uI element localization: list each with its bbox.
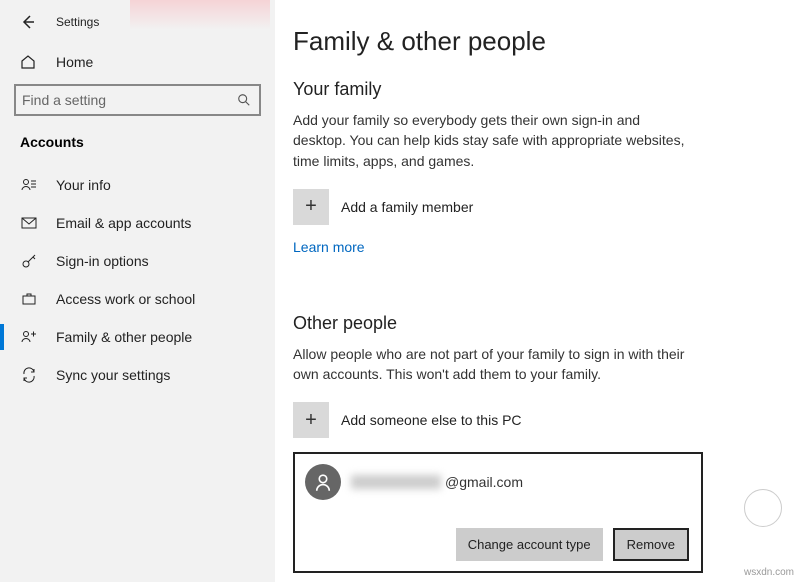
family-desc: Add your family so everybody gets their … xyxy=(293,110,693,171)
family-heading: Your family xyxy=(293,79,766,100)
watermark: wsxdn.com xyxy=(744,567,794,578)
home-icon xyxy=(20,54,38,70)
home-nav[interactable]: Home xyxy=(0,44,275,80)
back-button[interactable] xyxy=(18,12,38,32)
window-title: Settings xyxy=(56,15,99,29)
sidebar-item-signin[interactable]: Sign-in options xyxy=(0,242,275,280)
section-label: Accounts xyxy=(0,134,275,150)
sidebar-item-label: Sync your settings xyxy=(56,367,170,383)
key-icon xyxy=(20,252,38,270)
learn-more-link[interactable]: Learn more xyxy=(293,239,365,255)
search-box[interactable] xyxy=(14,84,261,116)
sidebar-item-label: Family & other people xyxy=(56,329,192,345)
other-heading: Other people xyxy=(293,313,766,334)
add-other-user[interactable]: + Add someone else to this PC xyxy=(293,402,766,438)
search-icon xyxy=(237,93,251,107)
briefcase-icon xyxy=(20,290,38,308)
add-family-label: Add a family member xyxy=(341,199,473,215)
sidebar-item-email[interactable]: Email & app accounts xyxy=(0,204,275,242)
user-info-icon xyxy=(20,176,38,194)
sidebar-item-work[interactable]: Access work or school xyxy=(0,280,275,318)
change-account-type-button[interactable]: Change account type xyxy=(456,528,603,561)
add-family-member[interactable]: + Add a family member xyxy=(293,189,766,225)
mail-icon xyxy=(20,214,38,232)
help-button[interactable] xyxy=(744,489,782,527)
account-email: @gmail.com xyxy=(445,474,523,490)
page-title: Family & other people xyxy=(293,26,766,57)
search-input[interactable] xyxy=(22,92,237,108)
sidebar-item-label: Sign-in options xyxy=(56,253,149,269)
home-label: Home xyxy=(56,54,93,70)
plus-icon: + xyxy=(293,189,329,225)
redacted-name xyxy=(351,475,441,489)
account-card: @gmail.com Change account type Remove xyxy=(293,452,703,573)
sidebar-item-label: Email & app accounts xyxy=(56,215,191,231)
remove-button[interactable]: Remove xyxy=(613,528,689,561)
sidebar-item-label: Access work or school xyxy=(56,291,195,307)
sidebar-item-family[interactable]: Family & other people xyxy=(0,318,275,356)
sidebar-item-label: Your info xyxy=(56,177,111,193)
people-icon xyxy=(20,328,38,346)
sidebar-item-sync[interactable]: Sync your settings xyxy=(0,356,275,394)
plus-icon: + xyxy=(293,402,329,438)
account-row[interactable]: @gmail.com xyxy=(305,464,689,500)
other-desc: Allow people who are not part of your fa… xyxy=(293,344,693,385)
sidebar-item-your-info[interactable]: Your info xyxy=(0,166,275,204)
sync-icon xyxy=(20,366,38,384)
add-other-label: Add someone else to this PC xyxy=(341,412,522,428)
avatar xyxy=(305,464,341,500)
